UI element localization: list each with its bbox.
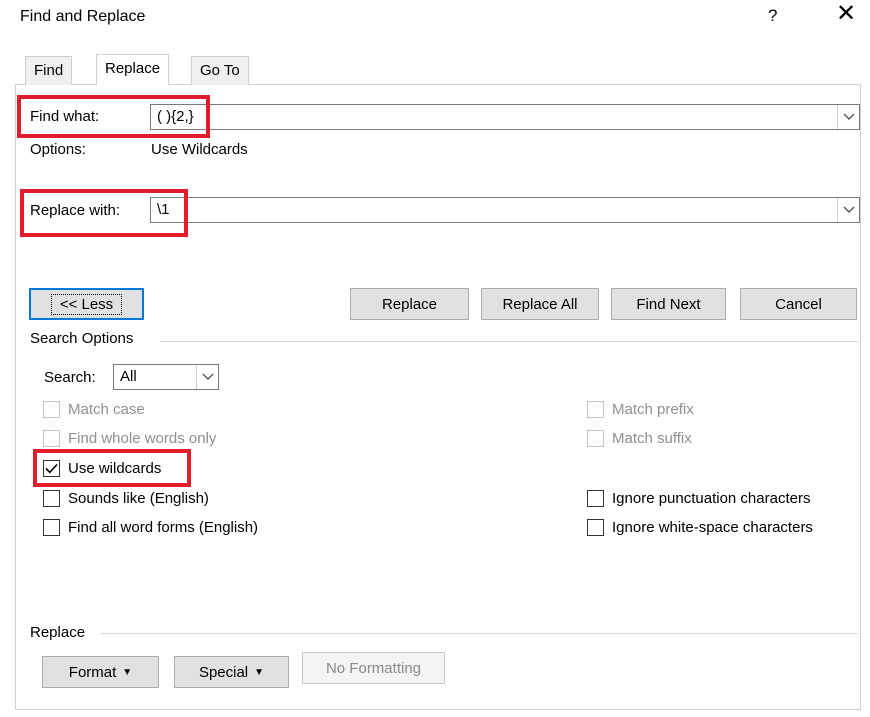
match-suffix-label: Match suffix [612, 430, 692, 447]
no-formatting-button[interactable]: No Formatting [302, 652, 445, 684]
ignore-whitespace-label: Ignore white-space characters [612, 519, 813, 536]
ignore-whitespace-checkbox[interactable] [587, 519, 604, 536]
sounds-like-option[interactable]: Sounds like (English) [43, 490, 209, 507]
chevron-down-icon[interactable] [196, 365, 218, 389]
options-value: Use Wildcards [151, 141, 248, 158]
help-icon[interactable]: ? [768, 6, 777, 26]
find-highlight-box [17, 95, 210, 138]
ignore-whitespace-option[interactable]: Ignore white-space characters [587, 519, 813, 536]
ignore-punctuation-option[interactable]: Ignore punctuation characters [587, 490, 810, 507]
whole-words-label: Find whole words only [68, 430, 217, 447]
special-button[interactable]: Special ▼ [174, 656, 289, 688]
replace-highlight-box [20, 189, 188, 237]
wildcards-highlight-box [33, 449, 191, 487]
format-button[interactable]: Format ▼ [42, 656, 159, 688]
match-suffix-checkbox[interactable] [587, 430, 604, 447]
word-forms-checkbox[interactable] [43, 519, 60, 536]
chevron-down-icon[interactable] [837, 105, 859, 129]
ignore-punctuation-label: Ignore punctuation characters [612, 490, 811, 507]
match-suffix-option[interactable]: Match suffix [587, 430, 692, 447]
dialog-panel [15, 84, 861, 710]
less-button-label: << Less [50, 293, 123, 315]
options-label: Options: [30, 141, 86, 158]
search-options-title: Search Options [30, 330, 134, 347]
tab-goto[interactable]: Go To [191, 56, 249, 85]
replace-section-title: Replace [30, 624, 86, 641]
replace-button[interactable]: Replace [350, 288, 469, 320]
search-direction-select[interactable]: All [113, 364, 219, 390]
tab-find-label: Find [34, 62, 64, 79]
find-next-button[interactable]: Find Next [611, 288, 726, 320]
search-label: Search: [44, 369, 96, 386]
match-case-checkbox[interactable] [43, 401, 60, 418]
tab-find[interactable]: Find [25, 56, 73, 85]
close-icon[interactable]: ✕ [836, 2, 856, 26]
whole-words-checkbox[interactable] [43, 430, 60, 447]
tab-replace[interactable]: Replace [96, 54, 170, 85]
ignore-punctuation-checkbox[interactable] [587, 490, 604, 507]
replace-all-button[interactable]: Replace All [481, 288, 599, 320]
sounds-like-checkbox[interactable] [43, 490, 60, 507]
sounds-like-label: Sounds like (English) [68, 490, 209, 507]
tab-goto-label: Go To [200, 62, 240, 79]
match-prefix-checkbox[interactable] [587, 401, 604, 418]
caret-down-icon: ▼ [122, 666, 133, 678]
special-button-label: Special [198, 663, 249, 681]
less-button[interactable]: << Less [29, 288, 144, 320]
word-forms-option[interactable]: Find all word forms (English) [43, 519, 258, 536]
cancel-button[interactable]: Cancel [740, 288, 857, 320]
caret-down-icon: ▼ [254, 666, 265, 678]
search-options-divider [160, 341, 858, 342]
replace-section-divider [100, 633, 858, 634]
match-prefix-label: Match prefix [612, 401, 694, 418]
dialog-title: Find and Replace [20, 8, 146, 25]
chevron-down-icon[interactable] [837, 198, 859, 222]
match-case-label: Match case [68, 401, 145, 418]
whole-words-option[interactable]: Find whole words only [43, 430, 216, 447]
replace-with-combo[interactable]: \1 [150, 197, 860, 223]
find-what-combo[interactable]: ( ){2,} [150, 104, 860, 130]
match-case-option[interactable]: Match case [43, 401, 145, 418]
format-button-label: Format [68, 663, 117, 681]
tab-replace-label: Replace [105, 60, 161, 77]
match-prefix-option[interactable]: Match prefix [587, 401, 694, 418]
search-direction-value: All [120, 368, 137, 385]
word-forms-label: Find all word forms (English) [68, 519, 259, 536]
